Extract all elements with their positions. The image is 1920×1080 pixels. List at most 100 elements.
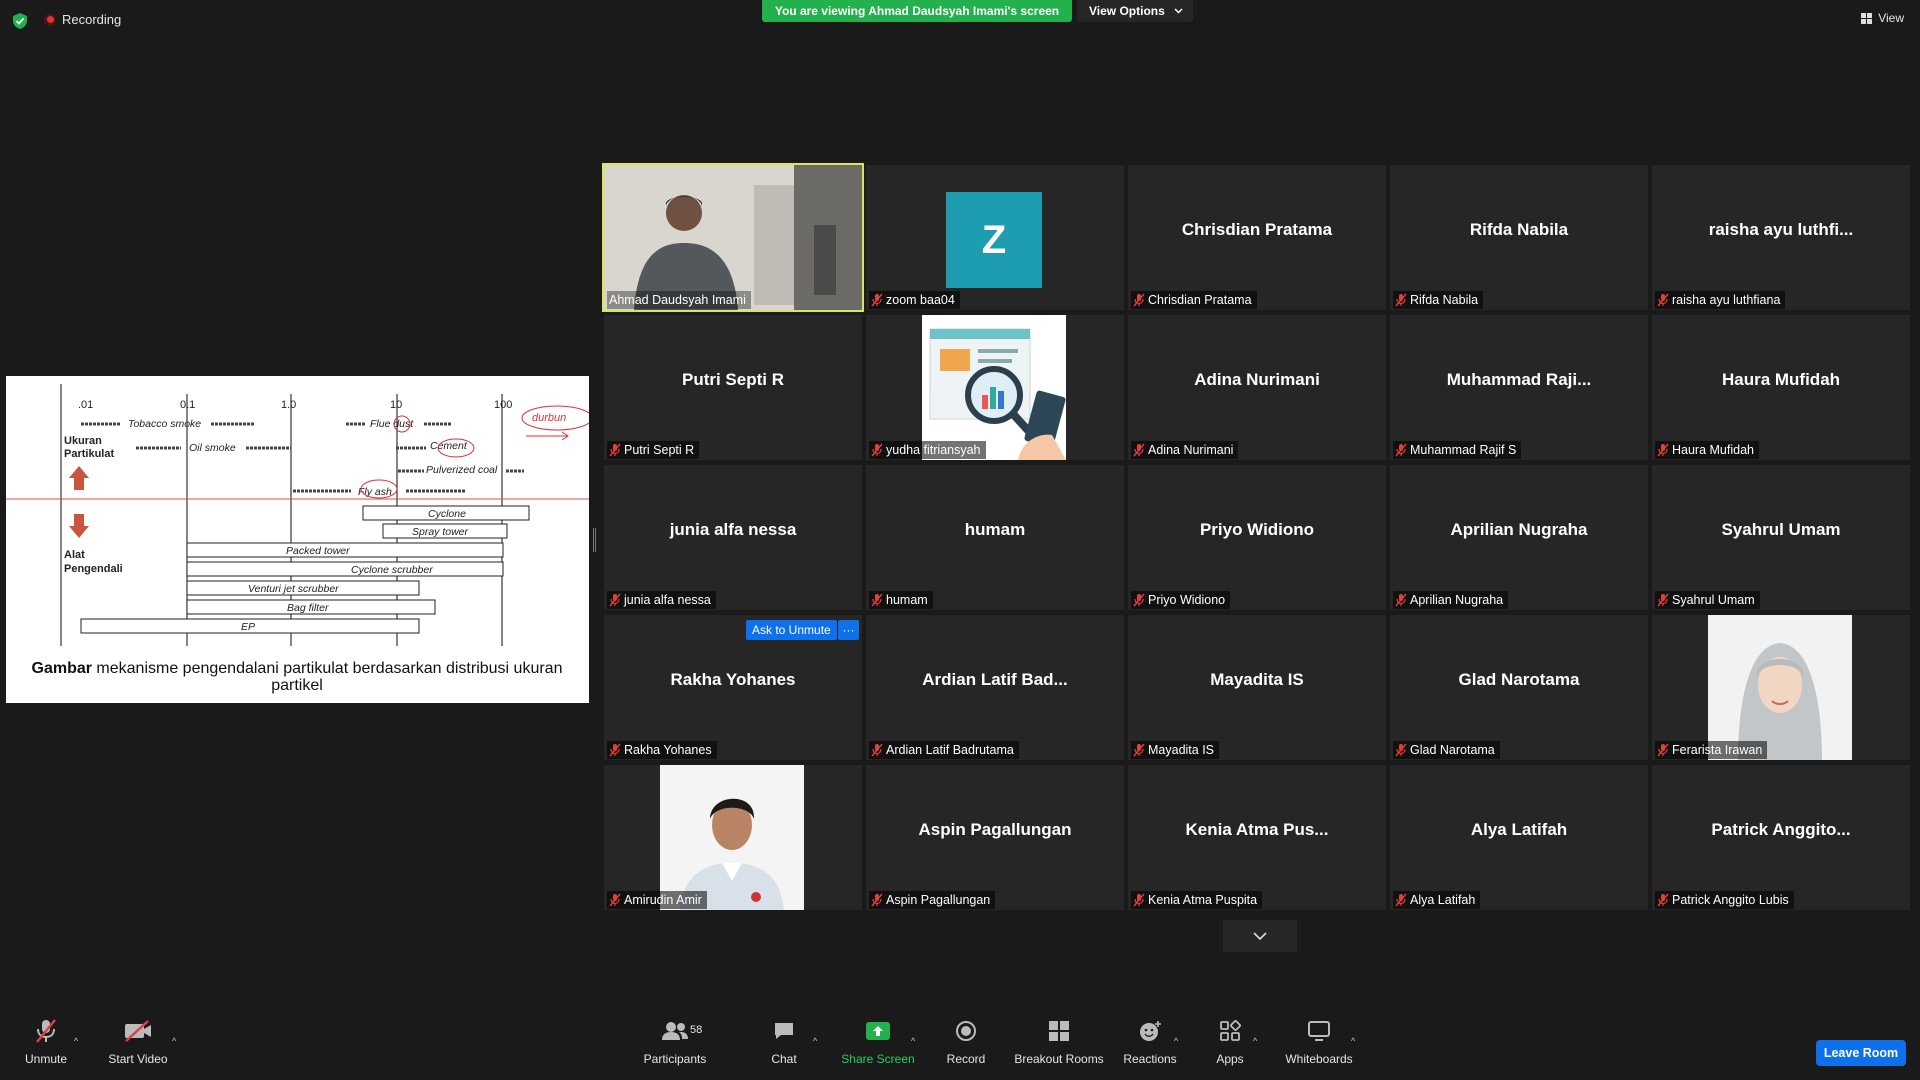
record-button[interactable]: Record: [944, 1014, 988, 1080]
audio-options-caret[interactable]: ^: [74, 1036, 78, 1046]
view-button[interactable]: View: [1861, 11, 1904, 25]
reactions-options-caret[interactable]: ^: [1174, 1036, 1178, 1046]
recording-indicator[interactable]: Recording: [44, 12, 121, 27]
split-resize-handle[interactable]: [593, 528, 596, 552]
chat-options-caret[interactable]: ^: [813, 1036, 817, 1046]
mic-muted-icon: [1395, 593, 1407, 607]
handwritten-note: durbun: [532, 412, 566, 424]
shield-check-icon[interactable]: [13, 13, 27, 29]
record-label: Record: [946, 1052, 986, 1066]
participant-name-text: Glad Narotama: [1410, 743, 1495, 757]
participant-tile[interactable]: Ahmad Daudsyah Imami: [602, 163, 864, 312]
reactions-button[interactable]: Reactions: [1122, 1014, 1178, 1080]
participant-tile[interactable]: Kenia Atma Pus... Kenia Atma Puspita: [1128, 765, 1386, 910]
participant-tile[interactable]: Adina Nurimani Adina Nurimani: [1128, 315, 1386, 460]
participant-tile[interactable]: Priyo Widiono Priyo Widiono: [1128, 465, 1386, 610]
tick-label: 10: [390, 399, 402, 411]
caption-text: mekanisme pengendalani partikulat berdas…: [92, 660, 563, 677]
participant-tile[interactable]: Patrick Anggito... Patrick Anggito Lubis: [1652, 765, 1910, 910]
participant-name-label: Ferarista Irawan: [1655, 741, 1768, 759]
leave-room-button[interactable]: Leave Room: [1816, 1040, 1906, 1066]
next-page-button[interactable]: [1223, 920, 1297, 952]
participant-name-label: Rakha Yohanes: [607, 741, 717, 759]
participants-count-badge: 58: [690, 1024, 703, 1036]
participant-tile[interactable]: Ferarista Irawan: [1652, 615, 1910, 760]
participant-display-name: Adina Nurimani: [1194, 370, 1320, 389]
breakout-rooms-button[interactable]: Breakout Rooms: [1013, 1014, 1105, 1080]
recording-label: Recording: [62, 12, 122, 27]
participant-tile[interactable]: Haura Mufidah Haura Mufidah: [1652, 315, 1910, 460]
more-options-button[interactable]: ···: [838, 620, 859, 640]
participant-tile[interactable]: Chrisdian Pratama Chrisdian Pratama: [1128, 165, 1386, 310]
mic-muted-icon: [871, 443, 883, 457]
participant-tile[interactable]: humam humam: [866, 465, 1124, 610]
participant-name-text: Putri Septi R: [624, 443, 695, 457]
participant-tile[interactable]: Rakha Yohanes Rakha Yohanes Ask to Unmut…: [604, 615, 862, 760]
participant-display-name: Rifda Nabila: [1469, 220, 1569, 239]
shared-screen[interactable]: .01 0.1 1.0 10 100 Ukuran Partikulat Ala…: [6, 376, 589, 703]
participant-display-name: Glad Narotama: [1458, 670, 1580, 689]
device-label: EP: [241, 621, 255, 633]
participant-tile[interactable]: Putri Septi R Putri Septi R: [604, 315, 862, 460]
mic-muted-icon: [1133, 293, 1145, 307]
view-options-button[interactable]: View Options: [1077, 0, 1193, 22]
participant-tile[interactable]: Glad Narotama Glad Narotama: [1390, 615, 1648, 760]
participant-name-label: Adina Nurimani: [1131, 441, 1239, 459]
participant-tile[interactable]: Syahrul Umam Syahrul Umam: [1652, 465, 1910, 610]
whiteboards-options-caret[interactable]: ^: [1351, 1036, 1355, 1046]
participant-name-text: Ferarista Irawan: [1672, 743, 1763, 757]
participant-name-text: Alya Latifah: [1410, 893, 1476, 907]
ask-to-unmute-button[interactable]: Ask to Unmute: [746, 620, 837, 640]
profile-picture: [660, 765, 804, 910]
device-label: Bag filter: [287, 602, 329, 614]
participant-tile[interactable]: Aprilian Nugraha Aprilian Nugraha: [1390, 465, 1648, 610]
participant-display-name: Priyo Widiono: [1199, 520, 1315, 539]
mic-muted-icon: [871, 293, 883, 307]
participant-tile[interactable]: Rifda Nabila Rifda Nabila: [1390, 165, 1648, 310]
avatar: Z: [946, 192, 1042, 288]
particle-label: Pulverized coal: [426, 464, 498, 476]
share-screen-button[interactable]: Share Screen: [840, 1014, 916, 1080]
reactions-icon: [1140, 1021, 1161, 1041]
participant-name-text: Ahmad Daudsyah Imami: [609, 293, 746, 307]
participant-display-name: Chrisdian Pratama: [1181, 220, 1333, 239]
participants-button[interactable]: 58 Participants: [640, 1014, 710, 1080]
figure-caption: Gambar mekanisme pengendalani partikulat…: [32, 660, 563, 677]
participant-tile[interactable]: Muhammad Raji... Muhammad Rajif S: [1390, 315, 1648, 460]
apps-options-caret[interactable]: ^: [1253, 1036, 1257, 1046]
device-label: Cyclone: [428, 508, 466, 520]
participant-tile[interactable]: Mayadita IS Mayadita IS: [1128, 615, 1386, 760]
participant-tile[interactable]: Amirudin Amir: [604, 765, 862, 910]
chat-icon: [775, 1023, 793, 1039]
tick-label: .01: [78, 399, 93, 411]
left-label: Partikulat: [64, 448, 114, 460]
tick-label: 0.1: [180, 399, 195, 411]
participant-tile[interactable]: Aspin Pagallungan Aspin Pagallungan: [866, 765, 1124, 910]
start-video-button[interactable]: Start Video: [106, 1014, 170, 1080]
view-options-label: View Options: [1089, 4, 1165, 18]
participant-tile[interactable]: raisha ayu luthfi... raisha ayu luthfian…: [1652, 165, 1910, 310]
mic-muted-icon: [1657, 893, 1669, 907]
participants-label: Participants: [643, 1052, 707, 1066]
participant-tile[interactable]: Ardian Latif Bad... Ardian Latif Badruta…: [866, 615, 1124, 760]
participant-tile[interactable]: junia alfa nessa junia alfa nessa: [604, 465, 862, 610]
whiteboards-button[interactable]: Whiteboards: [1284, 1014, 1354, 1080]
participant-name-text: Mayadita IS: [1148, 743, 1215, 757]
participant-tile[interactable]: Alya Latifah Alya Latifah: [1390, 765, 1648, 910]
mic-muted-icon: [1657, 293, 1669, 307]
participant-name-text: Aprilian Nugraha: [1410, 593, 1504, 607]
participant-name-text: Aspin Pagallungan: [886, 893, 991, 907]
video-options-caret[interactable]: ^: [172, 1036, 176, 1046]
participant-tile[interactable]: Z zoom baa04: [866, 165, 1124, 310]
particle-label: Flue dust: [370, 418, 414, 430]
participant-name-label: yudha fitriansyah: [869, 441, 986, 459]
share-options-caret[interactable]: ^: [911, 1036, 915, 1046]
participant-name-label: humam: [869, 591, 933, 609]
record-icon: [956, 1021, 976, 1041]
particle-control-figure: .01 0.1 1.0 10 100 Ukuran Partikulat Ala…: [6, 384, 589, 694]
caption-line-2: partikel: [271, 677, 323, 694]
apps-button[interactable]: Apps: [1210, 1014, 1250, 1080]
chat-button[interactable]: Chat: [764, 1014, 804, 1080]
participant-tile[interactable]: yudha fitriansyah: [866, 315, 1124, 460]
unmute-button[interactable]: Unmute: [22, 1014, 70, 1080]
